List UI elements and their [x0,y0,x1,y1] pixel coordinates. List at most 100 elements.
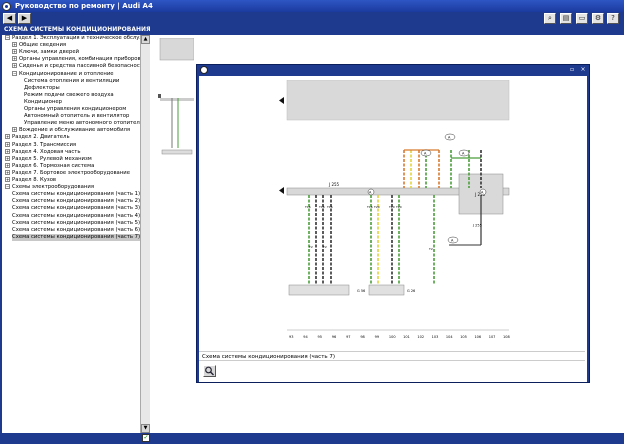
status-check-icon[interactable]: ✓ [142,434,150,442]
print-tool-button[interactable]: ▤ [560,13,572,24]
tree-item[interactable]: Схема системы кондиционирования (часть 7… [12,233,140,241]
diagram-header-block [286,80,510,121]
tree-scrollbar[interactable]: ▲ ▼ [140,35,150,433]
search-icon [205,366,214,376]
diagram-window-titlebar[interactable]: ▫ × [197,65,589,75]
tree-item[interactable]: − Раздел 1. Эксплуатация и техническое об… [5,35,140,42]
expand-icon[interactable]: + [5,141,10,147]
app-title: Руководство по ремонту | Audi A4 [15,2,153,10]
tree-item[interactable]: + Раздел 5. Рулевой механизм [5,155,92,163]
pin-number: 105 [460,335,467,339]
tree-item[interactable]: Дефлекторы [24,85,60,92]
expand-icon[interactable]: + [5,162,10,168]
connector-label: T16 [318,205,325,209]
scroll-down-button[interactable]: ▼ [141,424,150,433]
tree-item-label: Автономный отопитель и вентилятор [24,113,130,120]
close-button[interactable]: × [579,66,587,74]
tree-item-label: Система отопления и вентиляции [24,77,120,84]
tree-item-label: Раздел 5. Рулевой механизм [12,155,92,162]
expand-icon[interactable]: + [12,56,17,62]
search-button[interactable] [203,365,216,377]
tree-item[interactable]: + Раздел 6. Тормозная система [5,162,95,170]
expand-icon[interactable]: + [12,63,17,69]
tree-item-label: Раздел 6. Тормозная система [12,162,95,169]
pin-number: 98 [360,335,364,339]
minimize-icon: ▫ [569,66,575,73]
tree-item[interactable]: Схема системы кондиционирования (часть 3… [12,205,140,212]
settings-tool-icon: ⚙ [594,14,602,22]
tree-item[interactable]: Режим подачи свежего воздуха [24,92,114,99]
status-bar [0,433,624,444]
tree-item[interactable]: + Раздел 8. Кузов [5,177,56,184]
wiring-diagram: J 255J 255AA AA AAJ 255T16 T16 T16 T16 T20 T20 T… [286,80,510,339]
tree-item[interactable]: Схема системы кондиционирования (часть 4… [12,213,140,220]
expand-icon[interactable]: + [5,177,10,182]
ground-block [288,284,350,296]
tree-item[interactable]: + Ключи, замки дверей [12,49,79,56]
tree-item[interactable]: Система отопления и вентиляции [24,78,119,85]
pin-number: 106 [474,335,481,339]
tree-item-label: Кондиционирование и отопление [19,70,114,77]
tree-item-label: Схема системы кондиционирования (часть 5… [12,219,140,226]
tree-item-label: Схема системы кондиционирования (часть 6… [12,226,140,233]
expand-icon[interactable]: + [12,49,17,55]
folder-tool-button[interactable]: ▭ [576,13,588,24]
tree-item-label: Вождение и обслуживание автомобиля [19,127,131,134]
diagram-window[interactable]: ▫ × J 255 J 255 A A A A A A J 255 T16 T16 T16 T16 T20… [196,64,590,383]
collapse-icon[interactable]: − [12,70,17,76]
background-diagram-preview [158,38,194,155]
pin-number: 93 [289,335,293,339]
tree-item-label: Кондиционер [24,98,62,105]
collapse-icon[interactable]: − [5,184,10,190]
tree-item-label: Режим подачи свежего воздуха [24,91,114,98]
collapse-icon[interactable]: − [5,35,10,40]
folder-tool-icon: ▭ [578,14,586,22]
diagram-scroll-area[interactable] [579,76,587,351]
tree-item[interactable]: Схема системы кондиционирования (часть 1… [12,191,140,198]
expand-icon[interactable]: + [5,155,10,161]
back-button[interactable]: ◀ [3,13,16,24]
contents-tree[interactable]: − Раздел 1. Эксплуатация и техническое об… [2,35,140,433]
tree-item[interactable]: + Вождение и обслуживание автомобиля [12,127,130,134]
tree-item[interactable]: − Кондиционирование и отопление [12,70,114,78]
diagram-window-body: J 255 J 255 A A A A A A J 255 T16 T16 T16 T16 T20 T20 T… [199,76,587,382]
tree-item[interactable]: Автономный отопитель и вентилятор [24,113,129,120]
tree-item[interactable]: − Схемы электрооборудования [5,184,94,191]
ground-block [368,284,405,296]
forward-button[interactable]: ▶ [18,13,31,24]
expand-icon[interactable]: + [5,148,10,154]
expand-icon[interactable]: + [5,169,10,175]
settings-tool-button[interactable]: ⚙ [592,13,604,24]
tree-item-label: Раздел 1. Эксплуатация и техническое обс… [12,35,140,41]
tree-item[interactable]: + Раздел 3. Трансмиссия [5,141,76,149]
tree-item-label: Схема системы кондиционирования (часть 2… [12,198,140,205]
tree-item-label: Дефлекторы [24,84,60,91]
tree-item[interactable]: Управление меню автономного отопителя [24,120,140,127]
tree-item-label: Раздел 7. Бортовое электрооборудование [12,169,130,176]
tree-item[interactable]: + Раздел 2. Двигатель [5,134,70,141]
scroll-up-button[interactable]: ▲ [141,35,150,44]
expand-icon[interactable]: + [12,42,17,48]
tree-item-label: Схема системы кондиционирования (часть 4… [12,212,140,219]
connector-label: T16 [304,205,311,209]
tree-item[interactable]: Схема системы кондиционирования (часть 2… [12,198,140,205]
zoom-tool-button[interactable]: ⌕ [544,13,556,24]
tree-item[interactable]: Схема системы кондиционирования (часть 6… [12,227,140,234]
tree-item[interactable]: + Раздел 7. Бортовое электрооборудование [5,169,130,177]
pin-number: 100 [389,335,396,339]
minimize-button[interactable]: ▫ [568,66,576,74]
tree-item-label: Схема системы кондиционирования (часть 7… [12,233,140,240]
tree-item[interactable]: + Сиденья и средства пассивной безопаснос… [12,63,140,70]
tree-item[interactable]: + Раздел 4. Ходовая часть [5,148,81,156]
help-tool-icon: ? [611,14,615,22]
help-tool-button[interactable]: ? [607,13,619,24]
connector-label: T2 [322,245,327,249]
tree-item-label: Органы управления, комбинация приборов и… [19,56,140,63]
tree-item[interactable]: Кондиционер [24,99,62,106]
expand-icon[interactable]: + [12,127,17,133]
tree-item[interactable]: Органы управления кондиционером [24,106,126,113]
expand-icon[interactable]: + [5,134,10,140]
print-tool-icon: ▤ [562,14,570,22]
bus-label: J 255 [328,182,340,187]
tree-item[interactable]: Схема системы кондиционирования (часть 5… [12,220,140,227]
